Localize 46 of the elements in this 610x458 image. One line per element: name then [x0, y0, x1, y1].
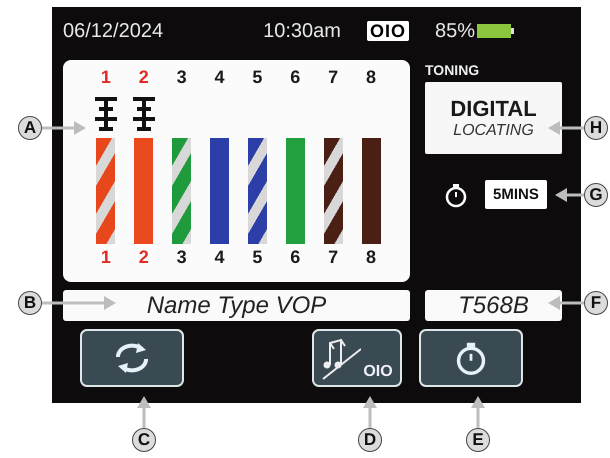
cable-name-field: Name Type VOP [63, 290, 410, 321]
timer-button[interactable] [419, 329, 523, 387]
pin-number: 5 [252, 246, 262, 268]
pin-number: 2 [138, 66, 149, 88]
pin-number: 4 [214, 246, 225, 268]
callout-arrow [363, 396, 377, 428]
data-mode-badge: OIO [366, 21, 409, 41]
toning-mode-text: DIGITAL [450, 96, 537, 122]
pin-number: 8 [366, 66, 376, 88]
pin-number: 3 [176, 246, 187, 268]
refresh-button[interactable] [80, 329, 184, 387]
callout-arrow [471, 396, 485, 428]
toning-submode-text: LOCATING [453, 122, 534, 140]
pin-number: 6 [290, 246, 300, 268]
pin-number: 1 [100, 246, 111, 268]
pin-number: 7 [328, 66, 338, 88]
callout-label: G [584, 183, 608, 207]
callout-label: F [584, 291, 608, 315]
pin-number: 2 [138, 246, 149, 268]
pin-number: 1 [100, 66, 111, 88]
pin-number: 4 [214, 66, 225, 88]
pin-number: 6 [290, 66, 300, 88]
time-text: 10:30am [263, 20, 341, 42]
callout-label: D [358, 428, 382, 452]
callout-label: C [132, 428, 156, 452]
callout-label: B [18, 291, 42, 315]
stopwatch-icon [443, 182, 469, 208]
callout-arrow [555, 188, 584, 202]
pin-number: 5 [252, 66, 262, 88]
timer-value: 5MINS [485, 180, 547, 209]
tone-data-button[interactable]: OIO [312, 329, 402, 387]
wiring-standard-field: T568B [425, 290, 562, 321]
callout-arrow [42, 121, 86, 135]
date-text: 06/12/2024 [63, 20, 164, 42]
battery-icon [477, 23, 515, 39]
pin-number: 8 [366, 246, 376, 268]
callout-arrow [137, 396, 151, 428]
callout-label: H [584, 116, 608, 140]
battery-percent: 85% [434, 20, 475, 42]
pin-number: 3 [176, 66, 187, 88]
pin-number: 7 [328, 246, 338, 268]
callout-arrow [548, 121, 584, 135]
callout-label: A [18, 116, 42, 140]
callout-label: E [466, 428, 490, 452]
callout-arrow [548, 296, 584, 310]
toning-heading: TONING [425, 62, 480, 78]
